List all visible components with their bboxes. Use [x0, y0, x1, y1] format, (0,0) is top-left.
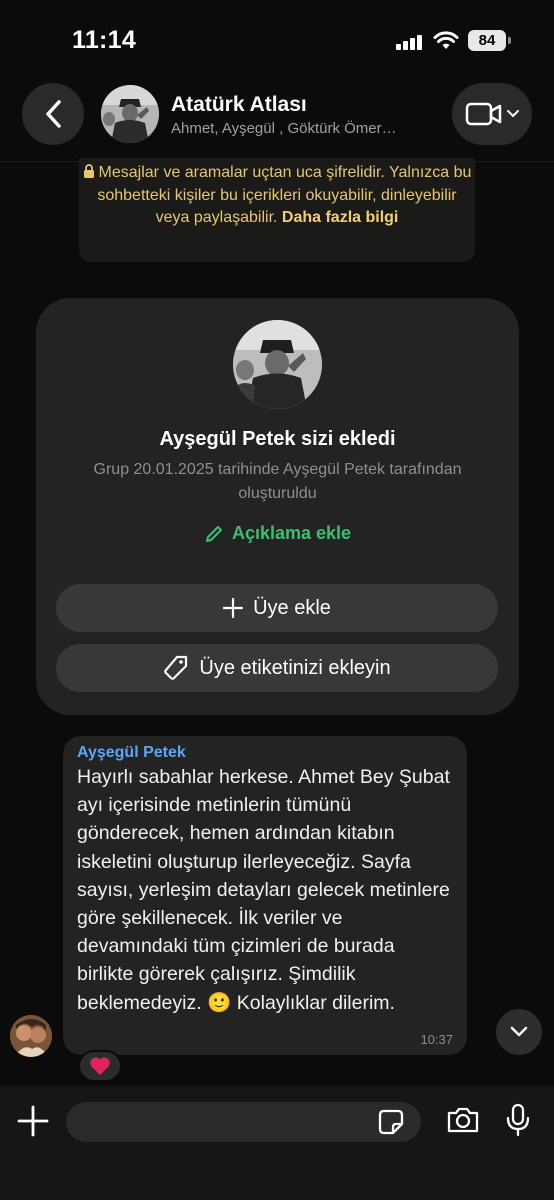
battery-tip [508, 37, 511, 44]
group-card-photo-image [233, 320, 322, 409]
video-call-button[interactable] [452, 83, 532, 145]
message-sender[interactable]: Ayşegül Petek [77, 744, 455, 762]
wifi-icon [433, 31, 459, 49]
battery-level: 84 [468, 30, 506, 51]
message-composer [0, 1086, 554, 1200]
message-input[interactable] [66, 1102, 421, 1142]
sticker-icon[interactable] [378, 1109, 404, 1135]
plus-icon [223, 598, 244, 618]
pencil-icon [205, 525, 222, 542]
group-info-card: Ayşegül Petek sizi ekledi Grup 20.01.202… [36, 298, 519, 715]
sender-avatar[interactable] [10, 1015, 52, 1057]
tag-icon [164, 655, 188, 680]
back-button[interactable] [22, 83, 84, 145]
plus-icon[interactable] [16, 1104, 50, 1138]
chevron-down-icon [507, 110, 519, 118]
encryption-notice: Mesajlar ve aramalar uçtan uca şifrelidi… [79, 158, 475, 262]
chevron-down-icon [510, 1026, 528, 1037]
status-time: 11:14 [72, 26, 137, 54]
group-card-title: Ayşegül Petek sizi ekledi [159, 428, 396, 450]
add-member-button[interactable]: Üye ekle [56, 584, 498, 632]
chat-title[interactable]: Atatürk Atlası [171, 93, 307, 117]
add-member-label: Üye ekle [253, 596, 331, 619]
cellular-signal-icon [396, 34, 426, 50]
heart-icon [90, 1057, 110, 1075]
add-member-tag-label: Üye etiketinizi ekleyin [199, 656, 391, 679]
group-card-avatar[interactable] [233, 320, 322, 409]
add-description-label: Açıklama ekle [231, 523, 352, 543]
back-chevron-icon [46, 100, 61, 128]
video-camera-icon [465, 102, 502, 126]
add-description-link[interactable]: Açıklama ekle [36, 523, 519, 544]
scroll-to-bottom-button[interactable] [496, 1009, 542, 1055]
chat-header: Atatürk Atlası Ahmet, Ayşegül , Göktürk … [0, 70, 554, 162]
microphone-icon[interactable] [505, 1103, 531, 1137]
chat-members[interactable]: Ahmet, Ayşegül , Göktürk Ömer… [171, 120, 397, 137]
lock-icon [83, 164, 94, 178]
group-avatar[interactable] [101, 85, 159, 143]
message-time: 10:37 [420, 1032, 453, 1047]
learn-more-link[interactable]: Daha fazla bilgi [282, 209, 398, 226]
message-text: Hayırlı sabahlar herkese. Ahmet Bey Şuba… [77, 766, 450, 1014]
add-member-tag-button[interactable]: Üye etiketinizi ekleyin [56, 644, 498, 692]
message-bubble[interactable]: Ayşegül Petek Hayırlı sabahlar herkese. … [63, 736, 467, 1055]
camera-icon[interactable] [446, 1106, 480, 1134]
heart-reaction[interactable] [78, 1050, 122, 1082]
group-photo-image [101, 85, 159, 143]
status-bar: 11:14 84 [0, 0, 554, 70]
group-card-subtitle: Grup 20.01.2025 tarihinde Ayşegül Petek … [93, 461, 462, 502]
sender-photo-image [10, 1015, 52, 1057]
